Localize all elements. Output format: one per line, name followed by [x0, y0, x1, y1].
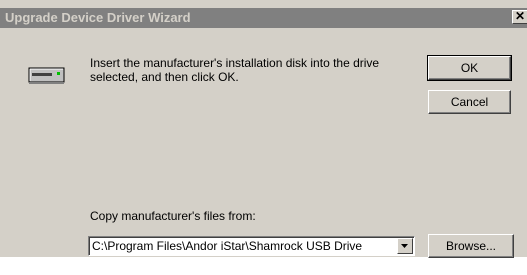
browse-button[interactable]: Browse...	[428, 234, 514, 258]
title-bar[interactable]: Upgrade Device Driver Wizard ✕	[0, 8, 527, 28]
cancel-button[interactable]: Cancel	[428, 90, 511, 114]
ok-button[interactable]: OK	[427, 55, 512, 81]
window-title: Upgrade Device Driver Wizard	[5, 10, 191, 25]
combobox-dropdown-button[interactable]	[397, 238, 413, 254]
floppy-drive-icon	[28, 67, 65, 84]
close-icon: ✕	[514, 9, 526, 23]
copy-from-label: Copy manufacturer's files from:	[90, 209, 256, 223]
chevron-down-icon	[401, 244, 408, 248]
copy-from-combobox[interactable]: C:\Program Files\Andor iStar\Shamrock US…	[88, 236, 415, 256]
copy-from-path-value[interactable]: C:\Program Files\Andor iStar\Shamrock US…	[92, 239, 397, 253]
close-button[interactable]: ✕	[512, 10, 527, 24]
instruction-message: Insert the manufacturer's installation d…	[90, 56, 380, 84]
upgrade-driver-dialog: Upgrade Device Driver Wizard ✕ Insert th…	[0, 0, 527, 258]
